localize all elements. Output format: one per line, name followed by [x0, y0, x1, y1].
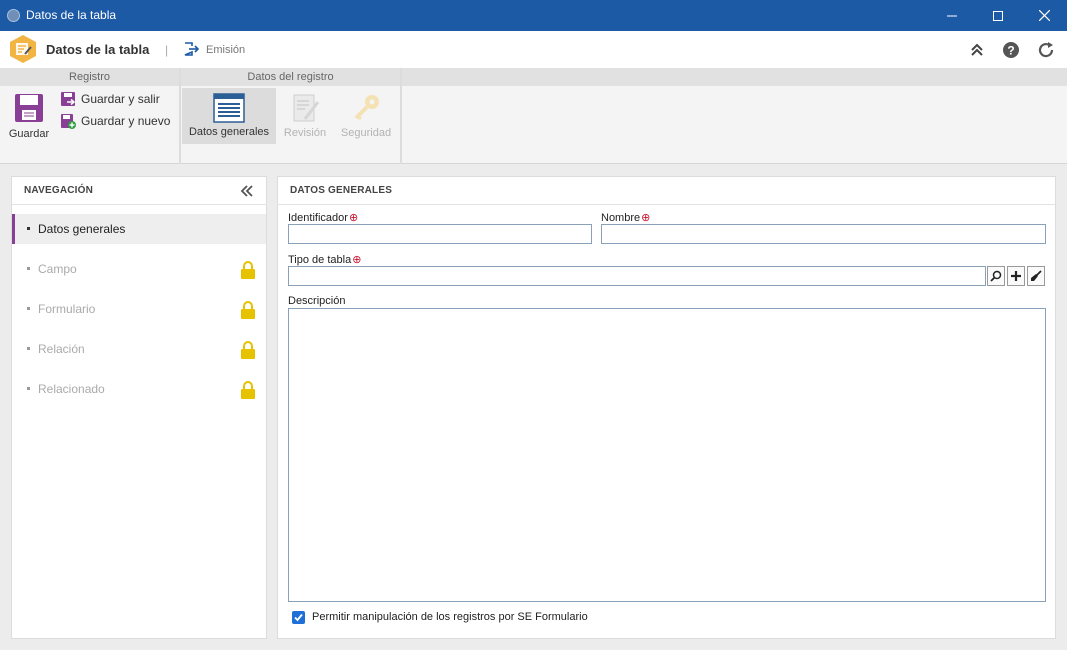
save-button[interactable]: Guardar [6, 92, 52, 142]
maximize-icon [993, 10, 1003, 21]
add-table-type-button[interactable] [1007, 266, 1025, 286]
allow-form-manipulation-label: Permitir manipulación de los registros p… [312, 611, 588, 623]
description-textarea[interactable] [288, 308, 1046, 602]
description-label: Descripción [288, 295, 346, 307]
maximize-button[interactable] [975, 0, 1021, 31]
nav-bullet [27, 347, 30, 350]
general-data-panel: DATOS GENERALES Identificador⊕ Nombre⊕ T… [277, 176, 1056, 639]
nav-bullet [27, 267, 30, 270]
nav-item-label: Datos generales [38, 222, 126, 236]
app-header: Datos de la tabla | Emisión ? [0, 31, 1067, 68]
name-label: Nombre⊕ [601, 212, 651, 224]
save-and-exit-button[interactable]: Guardar y salir [60, 91, 160, 107]
key-icon [354, 95, 379, 121]
ribbon-seguridad-label: Seguridad [340, 127, 392, 139]
close-icon [1038, 10, 1050, 21]
required-icon: ⊕ [348, 212, 359, 224]
ribbon-revision-button[interactable]: Revisión [280, 92, 330, 142]
close-button[interactable] [1021, 0, 1067, 31]
nav-item-label: Relacionado [38, 382, 105, 396]
minimize-button[interactable] [929, 0, 975, 31]
checkmark-icon [294, 613, 303, 622]
lock-icon [241, 301, 255, 319]
identifier-label: Identificador⊕ [288, 212, 359, 224]
emission-icon[interactable] [183, 41, 199, 57]
nav-item-relacion[interactable]: Relación [12, 334, 266, 364]
allow-form-manipulation-checkbox[interactable] [292, 611, 305, 624]
save-and-new-button[interactable]: Guardar y nuevo [60, 113, 170, 129]
ribbon-group-datos-registro: Datos del registro [181, 68, 400, 86]
clear-table-type-button[interactable] [1027, 266, 1045, 286]
app-logo [10, 35, 36, 63]
nav-item-label: Formulario [38, 302, 96, 316]
nav-item-formulario[interactable]: Formulario [12, 294, 266, 324]
lock-icon [241, 341, 255, 359]
header-separator: | [165, 43, 169, 57]
minimize-icon [947, 15, 957, 16]
required-icon: ⊕ [352, 254, 362, 266]
navigation-header: NAVEGACIÓN [12, 177, 266, 205]
ribbon-revision-label: Revisión [283, 127, 327, 139]
search-icon [990, 270, 1002, 282]
ribbon-toolbar: Registro Datos del registro Guardar Guar… [0, 68, 1067, 164]
collapse-left-icon[interactable] [240, 185, 254, 197]
plus-icon [1011, 271, 1021, 281]
app-icon [7, 9, 20, 22]
save-button-label: Guardar [8, 128, 50, 140]
save-exit-icon [61, 92, 76, 106]
window-titlebar: Datos de la tabla [0, 0, 1067, 31]
save-and-new-label: Guardar y nuevo [81, 114, 171, 128]
save-new-icon [61, 114, 76, 129]
navigation-panel: NAVEGACIÓN Datos generales Campo Formula… [11, 176, 267, 639]
nav-item-label: Relación [38, 342, 85, 356]
lock-icon [241, 261, 255, 279]
name-input[interactable] [601, 224, 1046, 244]
identifier-input[interactable] [288, 224, 592, 244]
save-and-exit-label: Guardar y salir [81, 92, 160, 106]
nav-item-datos-generales[interactable]: Datos generales [12, 214, 266, 244]
nav-item-relacionado[interactable]: Relacionado [12, 374, 266, 404]
help-icon[interactable]: ? [1002, 41, 1020, 59]
ribbon-group-empty [402, 68, 1067, 86]
nav-item-campo[interactable]: Campo [12, 254, 266, 284]
refresh-icon[interactable] [1037, 41, 1055, 59]
ribbon-datos-generales-button[interactable]: Datos generales [182, 88, 276, 144]
revision-icon [293, 94, 320, 122]
general-data-header: DATOS GENERALES [278, 177, 1055, 205]
svg-text:?: ? [1007, 44, 1014, 58]
lock-icon [241, 381, 255, 399]
nav-item-label: Campo [38, 262, 77, 276]
required-icon: ⊕ [641, 212, 651, 224]
nav-bullet [27, 387, 30, 390]
page-title: Datos de la tabla [46, 42, 150, 57]
table-type-label: Tipo de tabla⊕ [288, 254, 362, 266]
ribbon-seguridad-button[interactable]: Seguridad [338, 92, 394, 142]
form-window-icon [213, 93, 245, 123]
collapse-up-icon[interactable] [968, 41, 986, 59]
broom-icon [1031, 270, 1042, 281]
emission-link[interactable]: Emisión [206, 44, 245, 56]
search-table-type-button[interactable] [987, 266, 1005, 286]
window-title: Datos de la tabla [26, 8, 117, 22]
ribbon-group-registro: Registro [0, 68, 179, 86]
table-type-input[interactable] [288, 266, 986, 286]
floppy-disk-icon [15, 94, 43, 122]
nav-bullet [27, 227, 30, 230]
nav-bullet [27, 307, 30, 310]
ribbon-datos-generales-label: Datos generales [188, 126, 270, 138]
